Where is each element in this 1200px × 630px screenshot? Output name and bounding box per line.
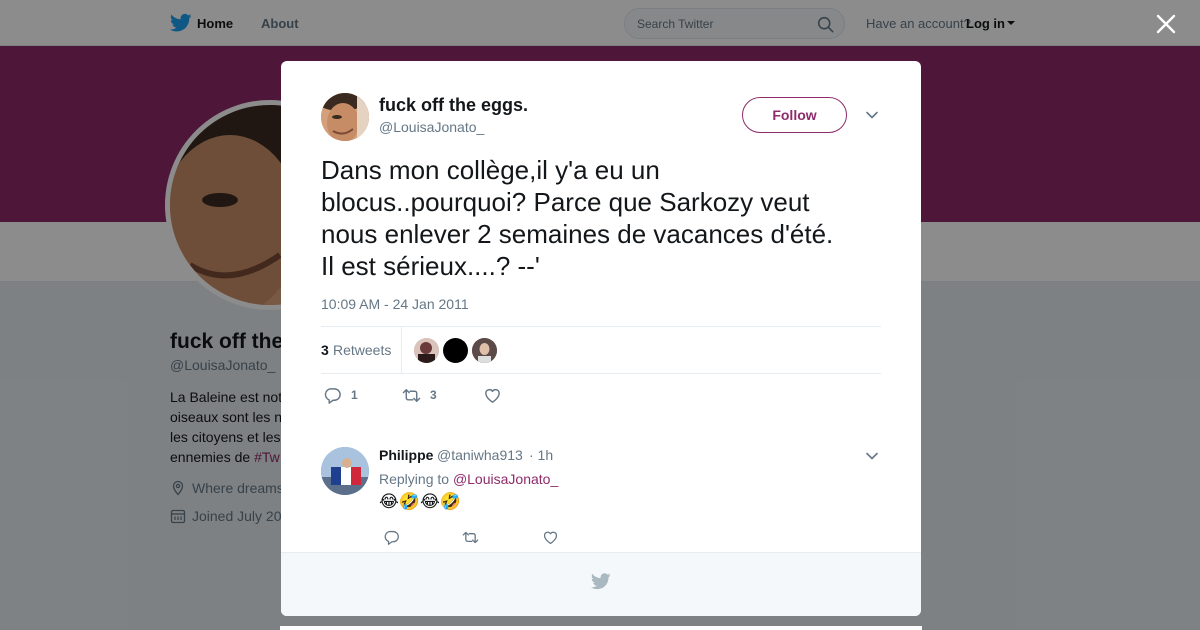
reply-avatar-photo [321, 447, 369, 495]
tweet-timestamp[interactable]: 10:09 AM - 24 Jan 2011 [321, 296, 469, 312]
replying-to-prefix: Replying to [379, 471, 453, 487]
author-handle[interactable]: @LouisaJonato_ [379, 119, 484, 135]
reply-author-handle[interactable]: @taniwha913 [437, 447, 523, 463]
tweet-modal: fuck off the eggs. @LouisaJonato_ Follow… [281, 61, 921, 616]
follow-button[interactable]: Follow [742, 97, 847, 133]
reply-avatar[interactable] [321, 447, 369, 495]
reply-tweet[interactable]: Philippe @taniwha913 · 1h Replying to @L… [321, 445, 881, 545]
reply-count: 1 [351, 388, 358, 402]
reply-author-name[interactable]: Philippe [379, 447, 433, 463]
modal-footer [281, 552, 921, 616]
retweeter-avatar[interactable] [443, 338, 468, 363]
reply-action[interactable]: 1 [323, 385, 358, 405]
retweeter-avatar-photo [414, 338, 439, 363]
heart-icon[interactable] [483, 386, 502, 405]
mention-link[interactable]: @LouisaJonato_ [453, 471, 558, 487]
retweeter-avatar[interactable] [414, 338, 439, 363]
reply-action[interactable] [383, 527, 400, 547]
reply-icon[interactable] [323, 386, 342, 405]
next-card-edge [280, 626, 922, 630]
heart-icon[interactable] [542, 529, 559, 546]
twitter-bird-icon [591, 573, 611, 590]
retweet-label[interactable]: Retweets [333, 342, 391, 358]
replying-to: Replying to @LouisaJonato_ [379, 471, 558, 487]
reply-actions [383, 525, 583, 545]
retweet-action[interactable] [462, 527, 479, 547]
reply-text: 😂🤣😂🤣 [379, 492, 462, 512]
chevron-down-icon[interactable] [865, 449, 879, 463]
like-action[interactable] [483, 385, 502, 405]
close-icon[interactable] [1155, 13, 1177, 35]
tweet-stats: 3 Retweets [321, 326, 881, 374]
author-name[interactable]: fuck off the eggs. [379, 95, 528, 116]
retweet-icon[interactable] [402, 386, 421, 405]
reply-timestamp[interactable]: · 1h [529, 447, 553, 463]
tweet-text: Dans mon collège,il y'a eu un blocus..po… [321, 155, 834, 281]
chevron-down-icon[interactable] [865, 108, 879, 122]
stats-divider [401, 327, 402, 374]
retweet-count[interactable]: 3 [321, 342, 329, 358]
tweet-actions: 1 3 [321, 383, 621, 407]
like-action[interactable] [542, 527, 559, 547]
retweeter-avatar-photo [472, 338, 497, 363]
retweet-action[interactable]: 3 [402, 385, 437, 405]
retweeter-avatar[interactable] [472, 338, 497, 363]
author-avatar[interactable] [321, 93, 369, 141]
retweet-action-count: 3 [430, 388, 437, 402]
reply-icon[interactable] [383, 529, 400, 546]
retweet-icon[interactable] [462, 529, 479, 546]
author-avatar-photo [321, 93, 369, 141]
